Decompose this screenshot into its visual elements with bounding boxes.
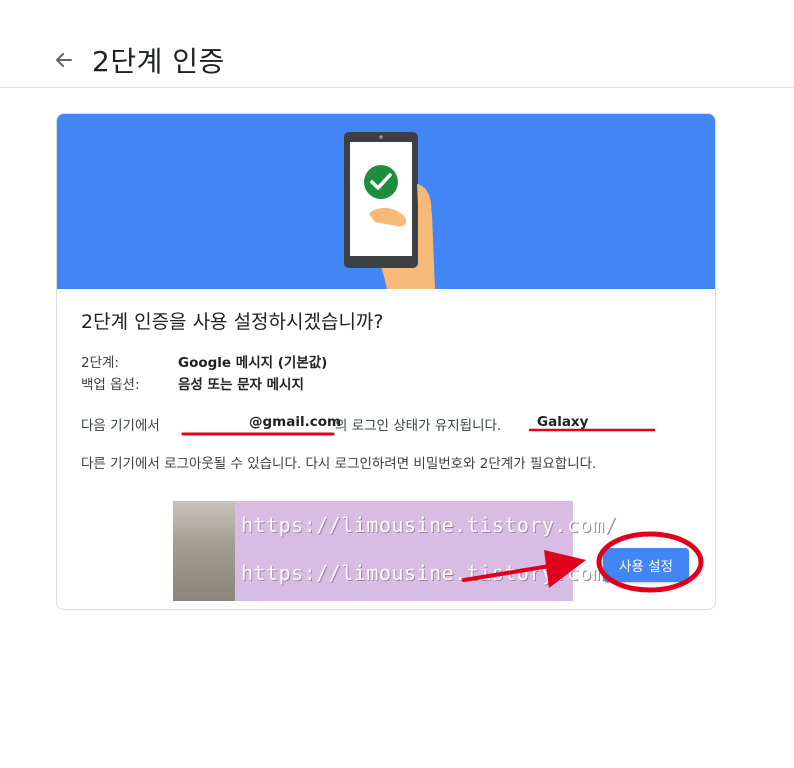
watermark-photo — [173, 501, 235, 601]
watermark-url-1: https://limousine.tistory.com/ — [241, 513, 618, 537]
logout-notice: 다른 기기에서 로그아웃될 수 있습니다. 다시 로그인하려면 비밀번호와 2단… — [81, 456, 597, 472]
two-step-card: 2단계 인증을 사용 설정하시겠습니까? 2단계: Google 메시지 (기본… — [56, 113, 716, 610]
enable-question: 2단계 인증을 사용 설정하시겠습니까? — [81, 311, 384, 333]
device-prefix: 다음 기기에서 — [81, 418, 160, 434]
enable-button[interactable]: 사용 설정 — [603, 548, 689, 582]
account-email: @gmail.com — [249, 414, 342, 430]
second-step-label: 2단계: — [81, 355, 119, 371]
phone-check-icon — [344, 132, 435, 289]
device-sentence: 다음 기기에서 @gmail.com 의 로그인 상태가 유지됩니다. Gala… — [81, 414, 588, 434]
phone-illustration-banner — [57, 114, 715, 289]
page-title: 2단계 인증 — [92, 45, 225, 78]
blog-watermark: https://limousine.tistory.com/ https://l… — [173, 501, 617, 601]
second-step-value: Google 메시지 (기본값) — [178, 355, 328, 371]
device-suffix: 의 로그인 상태가 유지됩니다. — [335, 418, 502, 434]
device-name: Galaxy — [537, 414, 589, 430]
backup-option-label: 백업 옵션: — [81, 377, 140, 393]
back-button[interactable] — [50, 46, 78, 74]
watermark-url-2: https://limousine.tistory.com/ — [241, 561, 618, 585]
backup-option-value: 음성 또는 문자 메시지 — [178, 377, 304, 393]
page-header: 2단계 인증 — [0, 0, 794, 88]
arrow-left-icon — [56, 53, 72, 67]
